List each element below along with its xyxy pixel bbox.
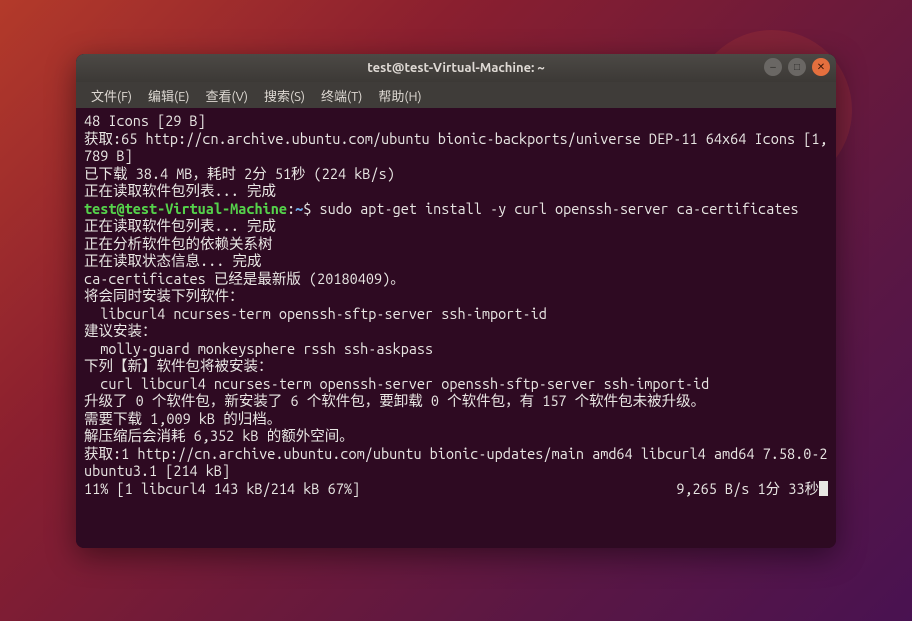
- output-line: molly-guard monkeysphere rssh ssh-askpas…: [84, 340, 828, 358]
- menu-file[interactable]: 文件(F): [84, 84, 139, 107]
- progress-rate: 9,265 B/s 1分 33秒: [676, 480, 819, 497]
- output-line: ca-certificates 已经是最新版 (20180409)。: [84, 270, 828, 288]
- progress-line: 11% [1 libcurl4 143 kB/214 kB 67%] 9,265 …: [84, 480, 828, 498]
- output-line: 正在分析软件包的依赖关系树: [84, 235, 828, 253]
- output-line: 需要下载 1,009 kB 的归档。: [84, 410, 828, 428]
- output-line: 建议安装：: [84, 322, 828, 340]
- menu-terminal[interactable]: 终端(T): [314, 84, 369, 107]
- menubar: 文件(F) 编辑(E) 查看(V) 搜索(S) 终端(T) 帮助(H): [76, 82, 836, 108]
- minimize-button[interactable]: –: [764, 58, 782, 76]
- prompt-user-host: test@test-Virtual-Machine: [84, 200, 287, 217]
- output-line: 已下载 38.4 MB，耗时 2分 51秒 (224 kB/s): [84, 165, 828, 183]
- close-button[interactable]: ✕: [812, 58, 830, 76]
- menu-view[interactable]: 查看(V): [199, 84, 255, 107]
- output-line: 升级了 0 个软件包，新安装了 6 个软件包，要卸载 0 个软件包，有 157 …: [84, 392, 828, 410]
- window-title: test@test-Virtual-Machine: ~: [76, 61, 836, 75]
- cursor-block-icon: [819, 481, 828, 496]
- prompt-dollar: $: [303, 200, 319, 217]
- output-line: 48 Icons [29 B]: [84, 112, 828, 130]
- output-line: 获取:65 http://cn.archive.ubuntu.com/ubunt…: [84, 130, 828, 165]
- window-controls: – □ ✕: [764, 58, 830, 76]
- terminal-viewport[interactable]: 48 Icons [29 B]获取:65 http://cn.archive.u…: [76, 108, 836, 548]
- output-line: 正在读取软件包列表... 完成: [84, 217, 828, 235]
- output-line: 正在读取状态信息... 完成: [84, 252, 828, 270]
- menu-search[interactable]: 搜索(S): [257, 84, 312, 107]
- command-text: sudo apt-get install -y curl openssh-ser…: [320, 200, 799, 217]
- prompt-line: test@test-Virtual-Machine:~$ sudo apt-ge…: [84, 200, 828, 218]
- titlebar[interactable]: test@test-Virtual-Machine: ~ – □ ✕: [76, 54, 836, 82]
- menu-edit[interactable]: 编辑(E): [141, 84, 196, 107]
- maximize-button[interactable]: □: [788, 58, 806, 76]
- prompt-separator: :: [287, 200, 295, 217]
- output-line: curl libcurl4 ncurses-term openssh-serve…: [84, 375, 828, 393]
- output-line: 获取:1 http://cn.archive.ubuntu.com/ubuntu…: [84, 445, 828, 480]
- output-line: 正在读取软件包列表... 完成: [84, 182, 828, 200]
- output-line: 解压缩后会消耗 6,352 kB 的额外空间。: [84, 427, 828, 445]
- menu-help[interactable]: 帮助(H): [371, 84, 428, 107]
- output-line: libcurl4 ncurses-term openssh-sftp-serve…: [84, 305, 828, 323]
- output-line: 将会同时安装下列软件：: [84, 287, 828, 305]
- progress-text: 11% [1 libcurl4 143 kB/214 kB 67%]: [84, 480, 360, 497]
- terminal-window: test@test-Virtual-Machine: ~ – □ ✕ 文件(F)…: [76, 54, 836, 548]
- output-line: 下列【新】软件包将被安装：: [84, 357, 828, 375]
